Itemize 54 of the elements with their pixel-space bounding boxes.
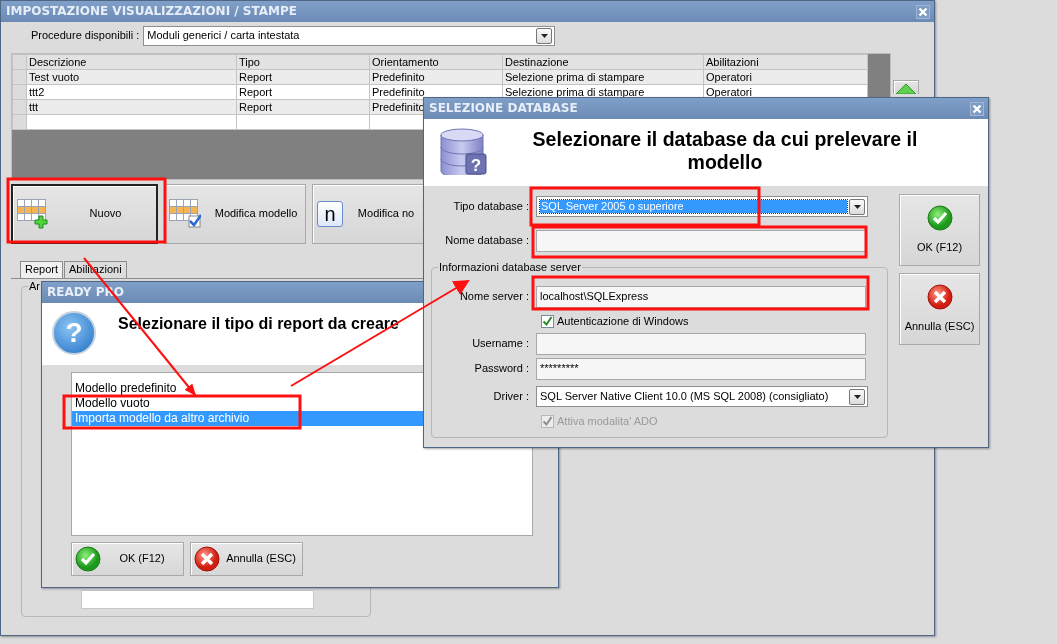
dialog-button[interactable]: Annulla (ESC) — [899, 273, 980, 345]
scroll-up-button[interactable] — [893, 80, 919, 94]
field-label: Procedure disponibili : — [31, 29, 140, 43]
help-icon: ? — [52, 311, 96, 355]
input-field[interactable] — [536, 333, 866, 355]
cross-icon — [926, 284, 953, 311]
toolbar-button[interactable]: Nuovo — [11, 184, 158, 244]
dialog-button[interactable]: Annulla (ESC) — [190, 542, 303, 576]
field-label: Nome server : — [458, 290, 530, 304]
caret-icon — [852, 203, 862, 210]
column-header[interactable]: Descrizione — [26, 54, 237, 70]
field-label: Tipo database : — [452, 199, 530, 214]
tab[interactable]: Report — [20, 261, 64, 278]
up-arrow-icon — [896, 84, 916, 94]
dialog-heading: Selezionare il database da cui prelevare il modello — [531, 128, 919, 175]
toolbar-button[interactable]: n Modifica no — [312, 184, 424, 244]
column-header[interactable]: Orientamento — [369, 54, 503, 70]
dropdown-button[interactable] — [536, 28, 553, 44]
dropdown-button[interactable] — [849, 198, 865, 215]
table-cell: ttt2 — [26, 84, 237, 100]
input-field[interactable]: ********* — [536, 358, 866, 380]
close-icon[interactable] — [916, 4, 930, 19]
input-field[interactable]: localhost\SQLExpress — [536, 286, 866, 308]
table-cell: Report — [236, 84, 370, 100]
grid-check-icon — [169, 198, 201, 230]
dialog-button[interactable]: OK (F12) — [899, 194, 980, 266]
check-icon — [926, 205, 953, 232]
letter-icon: n — [317, 201, 343, 227]
caret-icon — [539, 33, 549, 39]
cross-icon — [194, 546, 220, 572]
column-header[interactable]: Destinazione — [502, 54, 704, 70]
close-icon[interactable] — [970, 101, 984, 116]
caret-icon — [852, 393, 862, 400]
checkbox-label: Attiva modalita' ADO — [557, 415, 658, 428]
dropdown-button[interactable] — [849, 388, 865, 405]
column-header[interactable]: Abilitazioni — [703, 54, 868, 70]
checkbox[interactable] — [541, 315, 554, 328]
field-label: Username : — [471, 337, 530, 351]
procedure-select[interactable]: Moduli generici / carta intestata — [143, 26, 556, 46]
field-label: Nome database : — [444, 234, 530, 248]
dialog-button[interactable]: OK (F12) — [71, 542, 184, 576]
input-field[interactable] — [81, 590, 314, 609]
column-header[interactable]: Tipo — [236, 54, 370, 70]
grid-add-icon — [17, 198, 49, 230]
field-label: Password : — [473, 362, 530, 376]
group-label: Ar — [28, 279, 41, 293]
input-field[interactable] — [536, 230, 866, 252]
check-icon — [75, 546, 101, 572]
checkbox-label[interactable]: Autenticazione di Windows — [557, 315, 689, 328]
field-label: Driver : — [492, 389, 530, 404]
select-field[interactable]: SQL Server Native Client 10.0 (MS SQL 2008) (consigliato) — [536, 386, 868, 407]
toolbar-button[interactable]: Modifica modello — [164, 184, 306, 244]
group-label: Informazioni database server — [438, 260, 582, 274]
window-title: IMPOSTAZIONE VISUALIZZAZIONI / STAMPE — [6, 4, 297, 19]
